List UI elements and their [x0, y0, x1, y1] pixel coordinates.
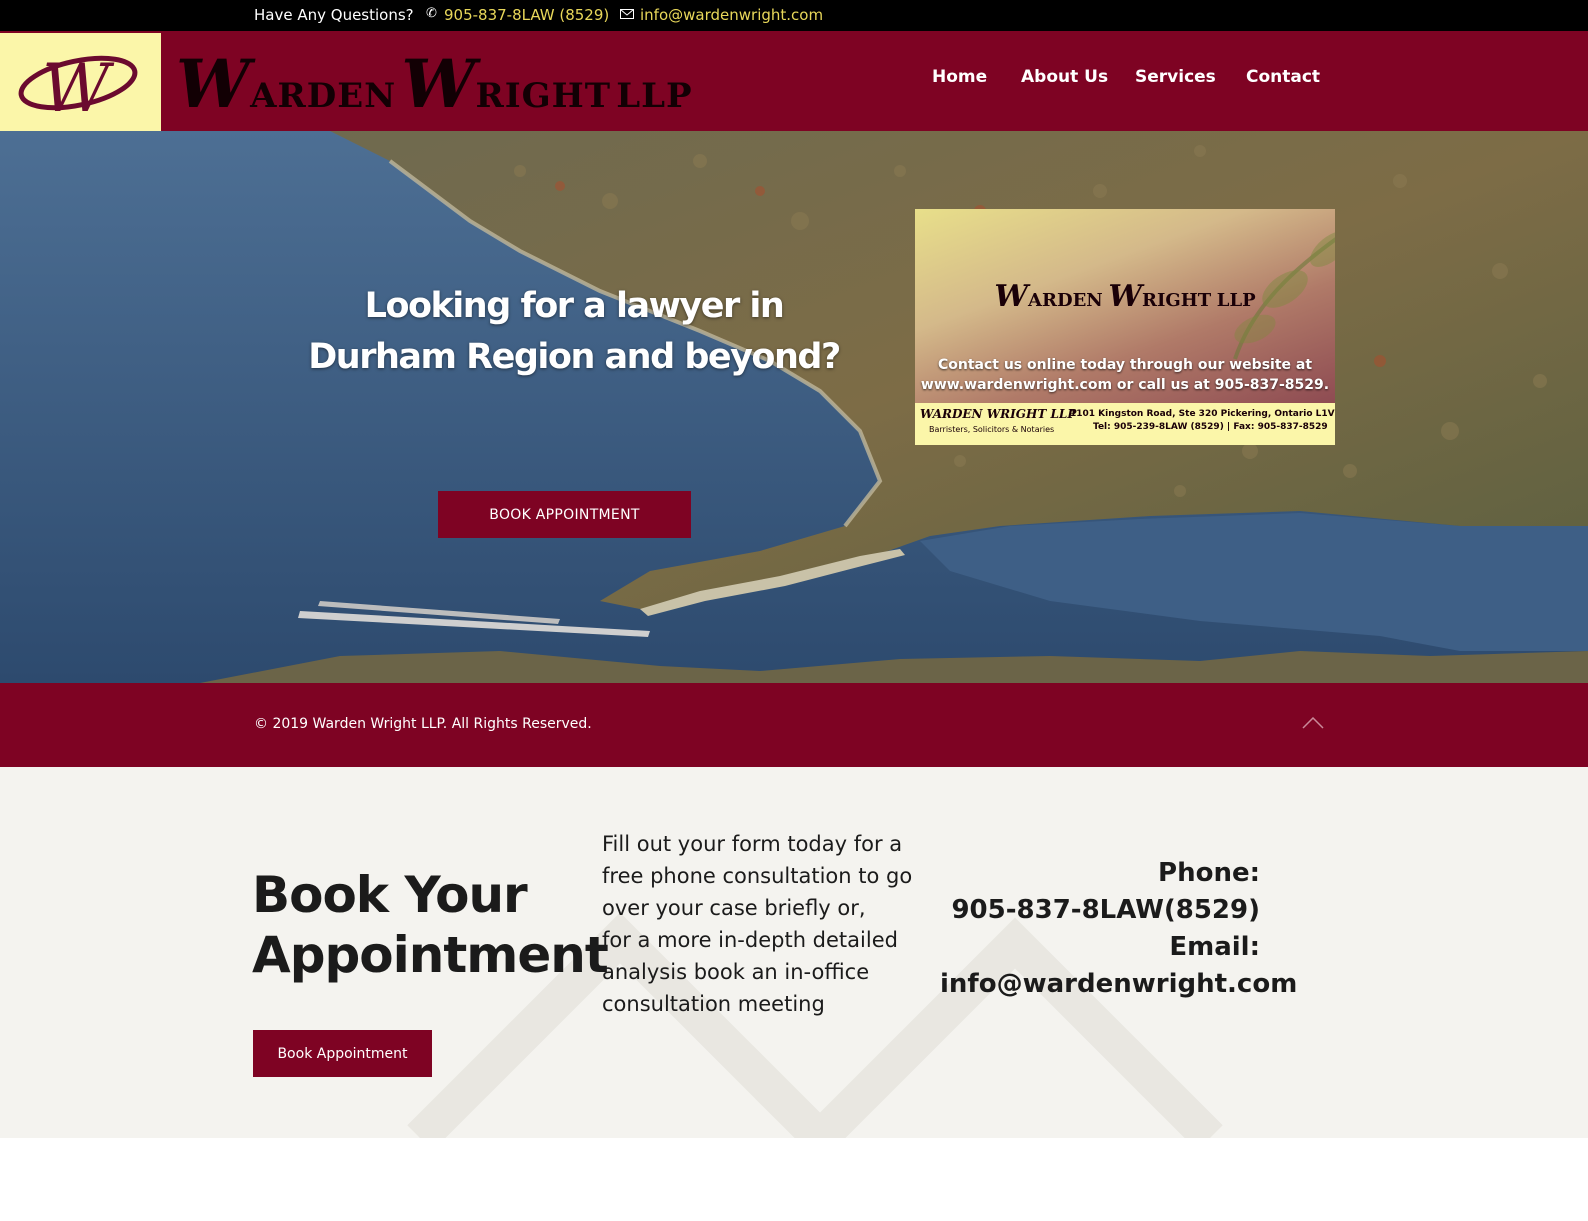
book-text-line: consultation meeting [602, 992, 825, 1016]
book-text-line: analysis book an in-office [602, 960, 870, 984]
phone-icon: ✆ [426, 6, 437, 21]
brand-llp: LLP [616, 76, 693, 116]
promo-ad-image: WARDEN WRIGHT LLP Contact us online toda… [915, 209, 1335, 445]
top-bar: Have Any Questions? ✆ 905-837-8LAW (8529… [0, 0, 1588, 31]
ad-brand-llp: LLP [1216, 290, 1256, 311]
top-phone-link[interactable]: 905-837-8LAW (8529) [444, 6, 609, 24]
copyright-text: © 2019 Warden Wright LLP. All Rights Res… [254, 716, 592, 732]
book-title-line-2: Appointment [252, 926, 609, 984]
ad-contact-text: Contact us online today through our webs… [915, 355, 1335, 395]
ad-brand-wordmark: WARDEN WRIGHT LLP [915, 279, 1335, 314]
ad-brand-word-2: RIGHT [1142, 290, 1212, 311]
ad-footer-brand: WARDEN WRIGHT LLP [920, 407, 1077, 421]
book-text-line: free phone consultation to go [602, 864, 913, 888]
ad-footer-strip: WARDEN WRIGHT LLP Barristers, Solicitors… [915, 403, 1335, 445]
book-text-line: for a more in-depth detailed [602, 928, 898, 952]
book-title: Book Your Appointment [252, 865, 609, 985]
ad-brand-initial-1: W [994, 279, 1029, 314]
nav-about-us[interactable]: About Us [1021, 67, 1108, 87]
brand-word-1: ARDEN [250, 76, 397, 116]
ad-footer-tagline: Barristers, Solicitors & Notaries [929, 425, 1055, 434]
hero-background-image [0, 131, 1588, 683]
questions-label: Have Any Questions? [254, 6, 414, 24]
email-value[interactable]: info@wardenwright.com [940, 966, 1297, 1003]
book-text-line: Fill out your form today for a [602, 832, 903, 856]
chevron-up-icon[interactable] [1302, 717, 1324, 729]
ad-footer-address: 1101 Kingston Road, Ste 320 Pickering, O… [1070, 409, 1335, 419]
nav-services[interactable]: Services [1135, 67, 1216, 87]
hero-title-line-2: Durham Region and beyond? [308, 337, 841, 377]
email-label: Email: [1169, 932, 1260, 962]
ad-brand-initial-2: W [1108, 279, 1143, 314]
top-email-link[interactable]: info@wardenwright.com [640, 6, 823, 24]
mail-icon [620, 9, 634, 19]
brand-wordmark[interactable]: WARDEN WRIGHT LLP [176, 49, 693, 119]
contact-info-block: Phone: 905-837-8LAW(8529) Email: info@wa… [940, 855, 1297, 1003]
brand-initial-1: W [176, 45, 251, 123]
ad-footer-contact: Tel: 905-239-8LAW (8529) | Fax: 905-837-… [1093, 422, 1328, 432]
site-header: W WARDEN WRIGHT LLP Home About Us Servic… [0, 31, 1588, 131]
hero-book-appointment-button[interactable]: BOOK APPOINTMENT [438, 491, 691, 538]
phone-label: Phone: [1158, 858, 1260, 888]
book-appointment-section: Book Your Appointment Book Appointment F… [0, 767, 1588, 1138]
hero-section: Looking for a lawyer in Durham Region an… [0, 131, 1588, 683]
phone-value[interactable]: 905-837-8LAW(8529) [940, 892, 1260, 929]
hero-title-line-1: Looking for a lawyer in [364, 286, 785, 326]
book-appointment-button[interactable]: Book Appointment [253, 1030, 432, 1077]
svg-text:W: W [42, 50, 115, 127]
hero-title: Looking for a lawyer in Durham Region an… [294, 281, 854, 383]
ad-text-line-2: www.wardenwright.com or call us at 905-8… [920, 377, 1330, 393]
book-description: Fill out your form today for a free phon… [602, 828, 942, 1020]
book-text-line: over your case briefly or, [602, 896, 866, 920]
brand-initial-2: W [401, 45, 476, 123]
logo-emblem[interactable]: W [0, 33, 161, 131]
ad-brand-word-1: ARDEN [1028, 290, 1103, 311]
ad-text-line-1: Contact us online today through our webs… [937, 357, 1313, 373]
book-title-line-1: Book Your [252, 866, 528, 924]
copyright-bar: © 2019 Warden Wright LLP. All Rights Res… [0, 683, 1588, 767]
brand-word-2: RIGHT [475, 76, 612, 116]
nav-home[interactable]: Home [932, 67, 987, 87]
logo-w-icon: W [18, 50, 138, 127]
nav-contact[interactable]: Contact [1246, 67, 1320, 87]
